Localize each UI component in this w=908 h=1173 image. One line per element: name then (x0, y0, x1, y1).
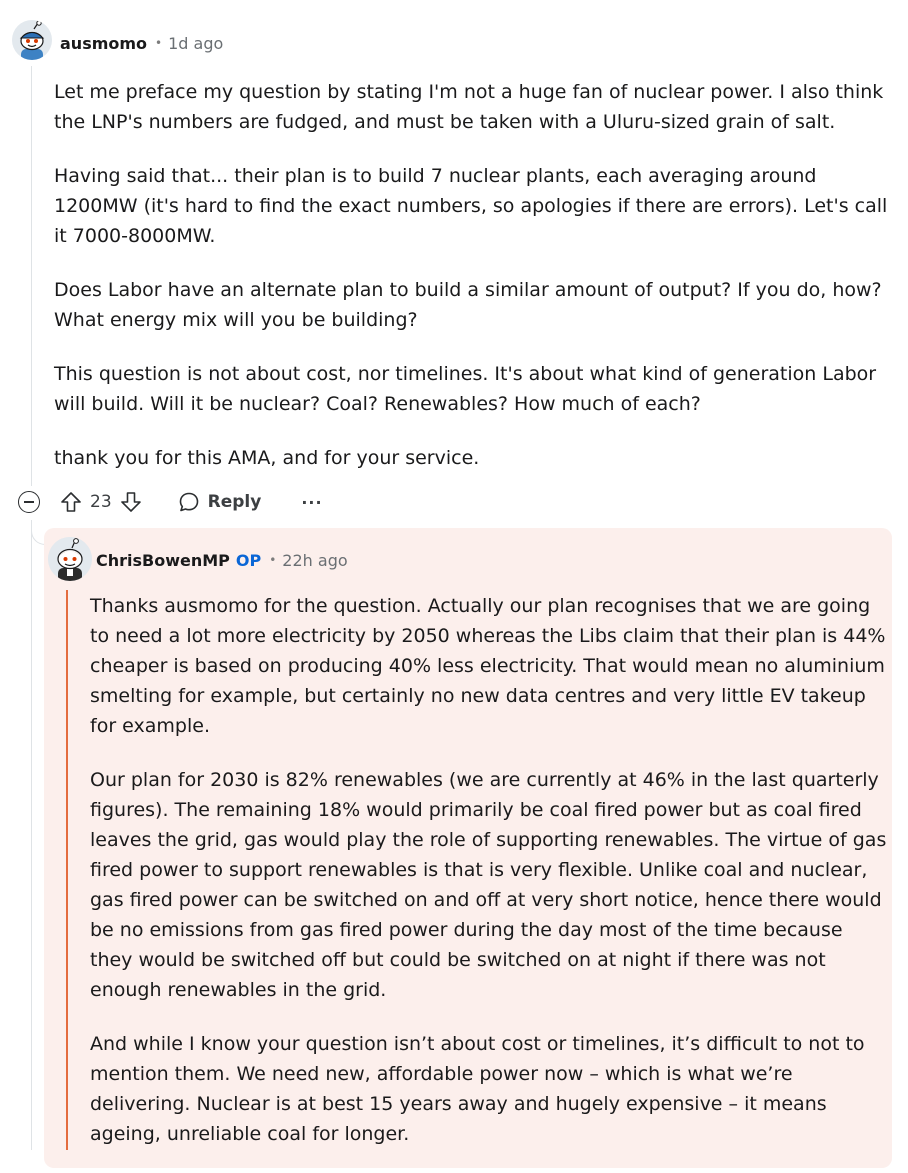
parent-thread-line[interactable] (31, 520, 32, 1150)
timestamp[interactable]: 1d ago (168, 34, 223, 53)
downvote-button[interactable] (120, 491, 142, 513)
minus-icon (24, 501, 34, 503)
timestamp[interactable]: 22h ago (282, 551, 347, 570)
reply-body: Thanks ausmomo for the question. Actuall… (90, 591, 890, 1173)
collapse-thread-button[interactable] (18, 491, 40, 513)
username[interactable]: ausmomo (60, 34, 147, 53)
comment-action-bar: 23 Reply ··· (18, 486, 323, 518)
avatar[interactable] (12, 20, 52, 60)
op-badge: OP (235, 550, 262, 570)
separator-dot: • (269, 553, 277, 567)
reply-paragraph: Our plan for 2030 is 82% renewables (we … (90, 769, 887, 1001)
reply-button[interactable]: Reply (178, 491, 262, 513)
downvote-arrow-icon (120, 492, 141, 512)
comment-paragraph: Let me preface my question by stating I'… (54, 81, 884, 133)
reply-paragraph: And while I know your question isn’t abo… (90, 1033, 865, 1145)
username[interactable]: ChrisBowenMP (96, 551, 230, 570)
comment-paragraph: Having said that... their plan is to bui… (54, 165, 888, 247)
avatar[interactable] (48, 537, 92, 581)
vote-count: 23 (90, 492, 112, 512)
more-options-button[interactable]: ··· (301, 493, 322, 512)
comment-body: Let me preface my question by stating I'… (54, 77, 894, 497)
reply-paragraph: Thanks ausmomo for the question. Actuall… (90, 595, 886, 737)
snoo-avatar-icon (12, 20, 52, 60)
reply-meta: ChrisBowenMP OP • 22h ago (96, 548, 348, 572)
upvote-arrow-icon (61, 492, 81, 512)
comment-paragraph: thank you for this AMA, and for your ser… (54, 447, 480, 469)
reply-label: Reply (207, 492, 262, 512)
comment-bubble-icon (179, 492, 198, 512)
upvote-button[interactable] (60, 491, 82, 513)
thread-line[interactable] (31, 66, 32, 486)
snoo-avatar-icon (48, 537, 92, 581)
comment-meta: ausmomo • 1d ago (60, 31, 223, 55)
separator-dot: • (155, 36, 163, 50)
comment-paragraph: Does Labor have an alternate plan to bui… (54, 279, 882, 331)
reply-thread-line[interactable] (66, 590, 68, 1150)
comment-paragraph: This question is not about cost, nor tim… (54, 363, 877, 415)
